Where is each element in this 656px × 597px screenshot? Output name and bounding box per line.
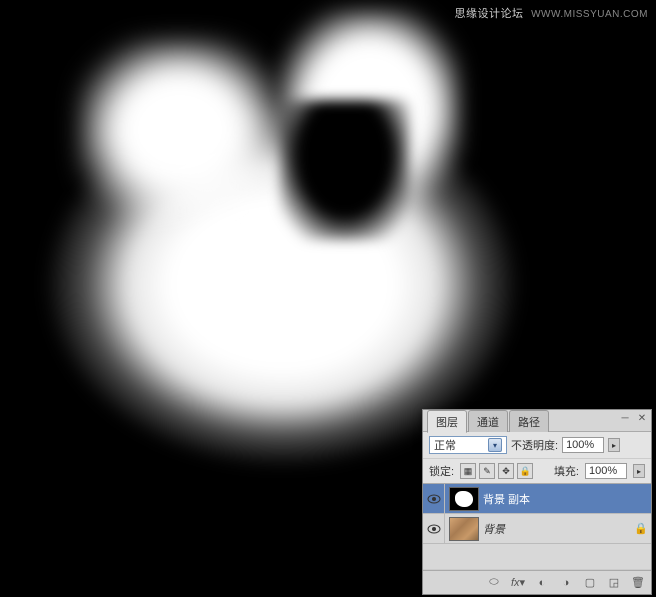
layer-thumbnail[interactable] xyxy=(449,487,479,511)
tab-paths[interactable]: 路径 xyxy=(509,410,549,432)
opacity-input[interactable]: 100% xyxy=(562,437,604,453)
blend-opacity-row: 正常 ▾ 不透明度: 100% ▸ xyxy=(423,432,651,459)
layer-name-label[interactable]: 背景 副本 xyxy=(483,491,651,507)
lock-all-icon[interactable]: 🔒 xyxy=(517,463,533,479)
blend-mode-value: 正常 xyxy=(434,437,456,453)
watermark-cn: 思缘设计论坛 xyxy=(455,8,524,20)
layer-item[interactable]: 背景 🔒 xyxy=(423,514,651,544)
tab-channels[interactable]: 通道 xyxy=(468,410,508,432)
opacity-label: 不透明度: xyxy=(511,437,558,453)
layer-visibility-toggle[interactable] xyxy=(423,484,445,514)
panel-tabs: 图层 通道 路径 xyxy=(423,410,550,432)
layers-panel: 图层 通道 路径 ─ ✕ 正常 ▾ 不透明度: 100% ▸ 锁定: ▦ ✎ ✥… xyxy=(422,409,652,595)
tab-layers[interactable]: 图层 xyxy=(427,410,467,433)
adjustment-layer-icon[interactable]: ◑ xyxy=(557,575,575,591)
mask-content-part xyxy=(80,40,280,220)
layer-item[interactable]: 背景 副本 xyxy=(423,484,651,514)
new-layer-icon[interactable]: ◲ xyxy=(605,575,623,591)
blend-mode-dropdown[interactable]: 正常 ▾ xyxy=(429,436,507,454)
layer-mask-icon[interactable]: ◐ xyxy=(533,575,551,591)
close-icon[interactable]: ✕ xyxy=(635,412,649,424)
opacity-slider-toggle[interactable]: ▸ xyxy=(608,438,620,452)
delete-layer-icon[interactable]: 🗑 xyxy=(629,575,647,591)
mask-notch xyxy=(280,100,410,240)
thumbnail-mask-icon xyxy=(455,491,473,507)
watermark-en: WWW.MISSYUAN.COM xyxy=(531,9,648,20)
thumbnail-photo-icon xyxy=(450,518,478,540)
lock-label: 锁定: xyxy=(429,463,454,479)
watermark: 思缘设计论坛 WWW.MISSYUAN.COM xyxy=(455,5,648,21)
panel-header: 图层 通道 路径 ─ ✕ xyxy=(423,410,651,432)
layer-visibility-toggle[interactable] xyxy=(423,514,445,544)
fill-input[interactable]: 100% xyxy=(585,463,627,479)
lock-icons-group: ▦ ✎ ✥ 🔒 xyxy=(460,463,533,479)
eye-icon xyxy=(427,494,441,504)
layer-thumbnail[interactable] xyxy=(449,517,479,541)
link-layers-icon[interactable]: ⬭ xyxy=(485,575,503,591)
lock-pixels-icon[interactable]: ✎ xyxy=(479,463,495,479)
lock-position-icon[interactable]: ✥ xyxy=(498,463,514,479)
empty-layer-row xyxy=(423,544,651,570)
eye-icon xyxy=(427,524,441,534)
layer-name-label[interactable]: 背景 xyxy=(483,521,631,537)
lock-transparency-icon[interactable]: ▦ xyxy=(460,463,476,479)
lock-indicator-icon: 🔒 xyxy=(631,522,651,535)
fill-label: 填充: xyxy=(554,463,579,479)
layer-list: 背景 副本 背景 🔒 xyxy=(423,484,651,570)
fill-slider-toggle[interactable]: ▸ xyxy=(633,464,645,478)
layer-group-icon[interactable]: ▢ xyxy=(581,575,599,591)
panel-footer: ⬭ fx▾ ◐ ◑ ▢ ◲ 🗑 xyxy=(423,570,651,594)
chevron-down-icon: ▾ xyxy=(488,438,502,452)
lock-fill-row: 锁定: ▦ ✎ ✥ 🔒 填充: 100% ▸ xyxy=(423,459,651,484)
minimize-icon[interactable]: ─ xyxy=(618,412,632,424)
panel-window-controls: ─ ✕ xyxy=(618,412,649,424)
layer-fx-icon[interactable]: fx▾ xyxy=(509,575,527,591)
